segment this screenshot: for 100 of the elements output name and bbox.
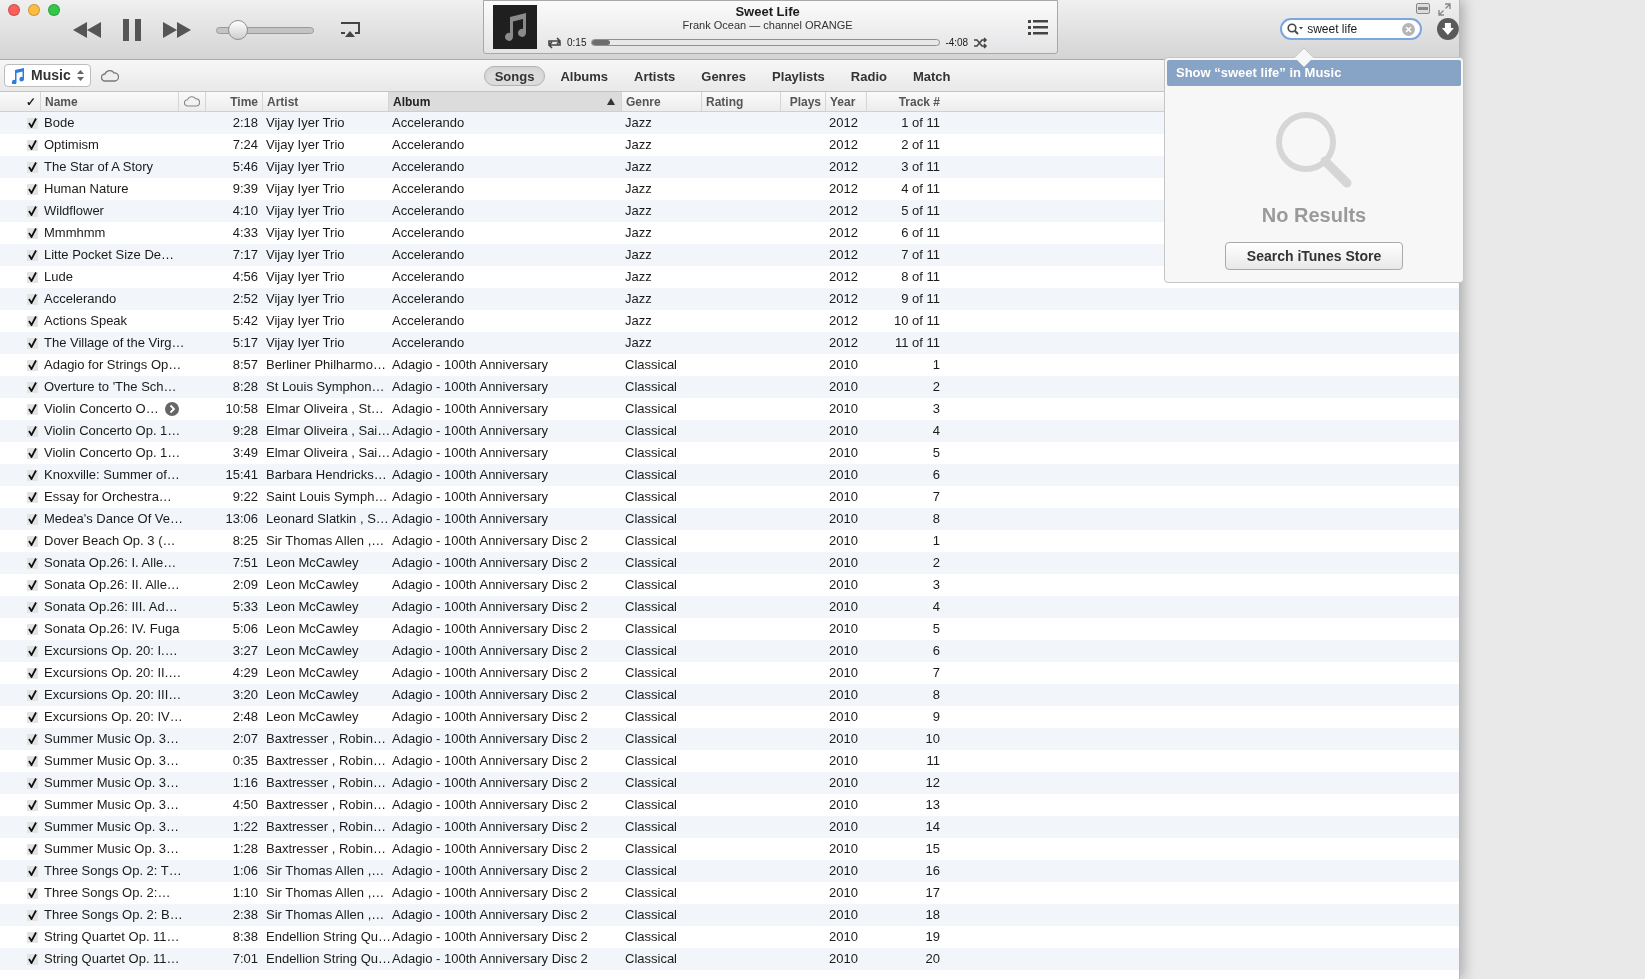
column-header[interactable]: Rating <box>701 92 780 111</box>
song-row[interactable]: Three Songs Op. 2: T… 1:06 Sir Thomas Allen ,… Adagio - 100th Anniversary Disc 2 Classical 2010 16 <box>0 860 1459 882</box>
enabled-checkbox[interactable] <box>27 447 38 459</box>
song-row[interactable]: Summer Music Op. 3… 1:28 Baxtresser , Robin… Adagio - 100th Anniversary Disc 2 Classical 2010 15 <box>0 838 1459 860</box>
arrow-circle-icon[interactable] <box>164 402 179 416</box>
column-header[interactable]: Album <box>388 92 621 111</box>
enabled-checkbox[interactable] <box>27 579 38 591</box>
list-icon[interactable] <box>1028 19 1049 35</box>
enabled-checkbox[interactable] <box>27 799 38 811</box>
song-row[interactable]: Adagio for Strings Op… 8:57 Berliner Philharmo… Adagio - 100th Anniversary Classical 2010 1 <box>0 354 1459 376</box>
fullscreen-icon[interactable] <box>1438 3 1451 16</box>
enabled-checkbox[interactable] <box>27 733 38 745</box>
enabled-checkbox[interactable] <box>27 205 38 217</box>
column-header[interactable]: Time <box>205 92 262 111</box>
song-row[interactable]: Medea's Dance Of Ve… 13:06 Leonard Slatkin , S… Adagio - 100th Anniversary Classical 2010 8 <box>0 508 1459 530</box>
song-row[interactable]: Excursions Op. 20: III… 3:20 Leon McCawley Adagio - 100th Anniversary Disc 2 Classical 2010 8 <box>0 684 1459 706</box>
enabled-checkbox[interactable] <box>27 755 38 767</box>
enabled-checkbox[interactable] <box>27 865 38 877</box>
song-row[interactable]: Excursions Op. 20: I.… 3:27 Leon McCawley Adagio - 100th Anniversary Disc 2 Classical 2010 6 <box>0 640 1459 662</box>
song-row[interactable]: String Quartet Op. 11… 8:38 Endellion String Qu…Adagio - 100th Anniversary Disc 2 Classical 2010 19 <box>0 926 1459 948</box>
view-tab[interactable]: Genres <box>690 65 758 86</box>
column-header[interactable]: Genre <box>621 92 701 111</box>
song-row[interactable]: Violin Concerto Op. 1… 9:28 Elmar Oliveira , Sai…Adagio - 100th Anniversary Classical 2010 4 <box>0 420 1459 442</box>
song-row[interactable]: Summer Music Op. 3… 1:22 Baxtresser , Robin… Adagio - 100th Anniversary Disc 2 Classical 2010 14 <box>0 816 1459 838</box>
download-icon[interactable] <box>1437 18 1459 40</box>
enabled-checkbox[interactable] <box>27 359 38 371</box>
enabled-checkbox[interactable] <box>27 777 38 789</box>
enabled-checkbox[interactable] <box>27 249 38 261</box>
enabled-checkbox[interactable] <box>27 227 38 239</box>
song-row[interactable]: Knoxville: Summer of… 15:41 Barbara Hendricks… Adagio - 100th Anniversary Classical 2010 6 <box>0 464 1459 486</box>
song-row[interactable]: Summer Music Op. 3… 4:50 Baxtresser , Robin… Adagio - 100th Anniversary Disc 2 Classical 2010 13 <box>0 794 1459 816</box>
enabled-checkbox[interactable] <box>27 315 38 327</box>
enabled-checkbox[interactable] <box>27 403 38 415</box>
enabled-checkbox[interactable] <box>27 821 38 833</box>
enabled-checkbox[interactable] <box>27 381 38 393</box>
view-tab[interactable]: Songs <box>483 65 546 86</box>
search-field[interactable]: sweet life <box>1280 18 1423 40</box>
song-row[interactable]: Actions Speak 5:42 Vijay Iyer Trio Accelerando Jazz 2012 10 of 11 <box>0 310 1459 332</box>
airplay-icon[interactable] <box>340 22 360 38</box>
column-header[interactable]: Plays <box>780 92 825 111</box>
enabled-checkbox[interactable] <box>27 953 38 965</box>
song-row[interactable]: Overture to 'The Sch… 8:28 St Louis Symphon… Adagio - 100th Anniversary Classical 2010 2 <box>0 376 1459 398</box>
song-row[interactable]: Accelerando 2:52 Vijay Iyer Trio Accelerando Jazz 2012 9 of 11 <box>0 288 1459 310</box>
enabled-checkbox[interactable] <box>27 645 38 657</box>
song-row[interactable]: Sonata Op.26: III. Ad… 5:33 Leon McCawley Adagio - 100th Anniversary Disc 2 Classical 2010 4 <box>0 596 1459 618</box>
song-row[interactable]: Violin Concerto O… 10:58 Elmar Oliveira , St… Adagio - 100th Anniversary Classical 2010 3 <box>0 398 1459 420</box>
enabled-checkbox[interactable] <box>27 601 38 613</box>
song-row[interactable]: Sonata Op.26: I. Alle… 7:51 Leon McCawley Adagio - 100th Anniversary Disc 2 Classical 2010 2 <box>0 552 1459 574</box>
mini-player-icon[interactable] <box>1416 3 1430 14</box>
enabled-checkbox[interactable] <box>27 139 38 151</box>
view-tab[interactable]: Radio <box>839 65 898 86</box>
enabled-checkbox[interactable] <box>27 117 38 129</box>
enabled-checkbox[interactable] <box>27 887 38 899</box>
rewind-button[interactable] <box>72 19 102 41</box>
enabled-checkbox[interactable] <box>27 931 38 943</box>
enabled-checkbox[interactable] <box>27 689 38 701</box>
view-tab[interactable]: Albums <box>549 65 620 86</box>
pause-button[interactable] <box>120 18 144 42</box>
view-tab[interactable]: Playlists <box>761 65 836 86</box>
song-row[interactable]: The Village of the Virg… 5:17 Vijay Iyer Trio Accelerando Jazz 2012 11 of 11 <box>0 332 1459 354</box>
song-row[interactable]: String Quartet Op. 11… 7:01 Endellion String Qu…Adagio - 100th Anniversary Disc 2 Classical 2010 20 <box>0 948 1459 970</box>
column-header[interactable]: Name <box>40 92 178 111</box>
song-row[interactable]: Excursions Op. 20: IV… 2:48 Leon McCawley Adagio - 100th Anniversary Disc 2 Classical 2010 9 <box>0 706 1459 728</box>
enabled-checkbox[interactable] <box>27 623 38 635</box>
enabled-checkbox[interactable] <box>27 557 38 569</box>
close-button[interactable] <box>8 4 20 16</box>
song-row[interactable]: Essay for Orchestra… 9:22 Saint Louis Symph… Adagio - 100th Anniversary Classical 2010 7 <box>0 486 1459 508</box>
enabled-checkbox[interactable] <box>27 711 38 723</box>
song-row[interactable]: Summer Music Op. 3… 1:16 Baxtresser , Robin… Adagio - 100th Anniversary Disc 2 Classical 2010 12 <box>0 772 1459 794</box>
library-selector[interactable]: Music <box>4 64 91 87</box>
enabled-checkbox[interactable] <box>27 293 38 305</box>
enabled-checkbox[interactable] <box>27 271 38 283</box>
song-row[interactable]: Sonata Op.26: IV. Fuga 5:06 Leon McCawley Adagio - 100th Anniversary Disc 2 Classical 2010 5 <box>0 618 1459 640</box>
column-header[interactable]: ✓ <box>0 92 40 111</box>
volume-thumb[interactable] <box>227 20 248 40</box>
song-row[interactable]: Summer Music Op. 3… 2:07 Baxtresser , Robin… Adagio - 100th Anniversary Disc 2 Classical 2010 10 <box>0 728 1459 750</box>
repeat-icon[interactable] <box>547 36 562 49</box>
enabled-checkbox[interactable] <box>27 337 38 349</box>
song-row[interactable]: Three Songs Op. 2: B… 2:38 Sir Thomas Allen ,… Adagio - 100th Anniversary Disc 2 Classical 2010 18 <box>0 904 1459 926</box>
fast-forward-button[interactable] <box>162 19 192 41</box>
enabled-checkbox[interactable] <box>27 909 38 921</box>
song-row[interactable]: Three Songs Op. 2:… 1:10 Sir Thomas Allen ,… Adagio - 100th Anniversary Disc 2 Classical 2010 17 <box>0 882 1459 904</box>
view-tab[interactable]: Artists <box>623 65 687 86</box>
song-row[interactable]: Sonata Op.26: II. Alle… 2:09 Leon McCawley Adagio - 100th Anniversary Disc 2 Classical 2010 3 <box>0 574 1459 596</box>
enabled-checkbox[interactable] <box>27 535 38 547</box>
search-input[interactable]: sweet life <box>1307 20 1399 38</box>
search-store-button[interactable]: Search iTunes Store <box>1225 242 1403 270</box>
enabled-checkbox[interactable] <box>27 843 38 855</box>
view-tab[interactable]: Match <box>902 65 962 86</box>
column-header[interactable]: Track # <box>866 92 944 111</box>
song-row[interactable]: Summer Music Op. 3… 0:35 Baxtresser , Robin… Adagio - 100th Anniversary Disc 2 Classical 2010 11 <box>0 750 1459 772</box>
song-row[interactable]: Excursions Op. 20: II.… 4:29 Leon McCawley Adagio - 100th Anniversary Disc 2 Classical 2010 7 <box>0 662 1459 684</box>
zoom-button[interactable] <box>48 4 60 16</box>
shuffle-icon[interactable] <box>973 36 989 49</box>
volume-slider[interactable] <box>216 20 314 40</box>
cloud-icon[interactable] <box>100 69 119 82</box>
enabled-checkbox[interactable] <box>27 667 38 679</box>
column-header[interactable]: Year <box>825 92 866 111</box>
enabled-checkbox[interactable] <box>27 183 38 195</box>
progress-bar[interactable] <box>591 39 941 46</box>
